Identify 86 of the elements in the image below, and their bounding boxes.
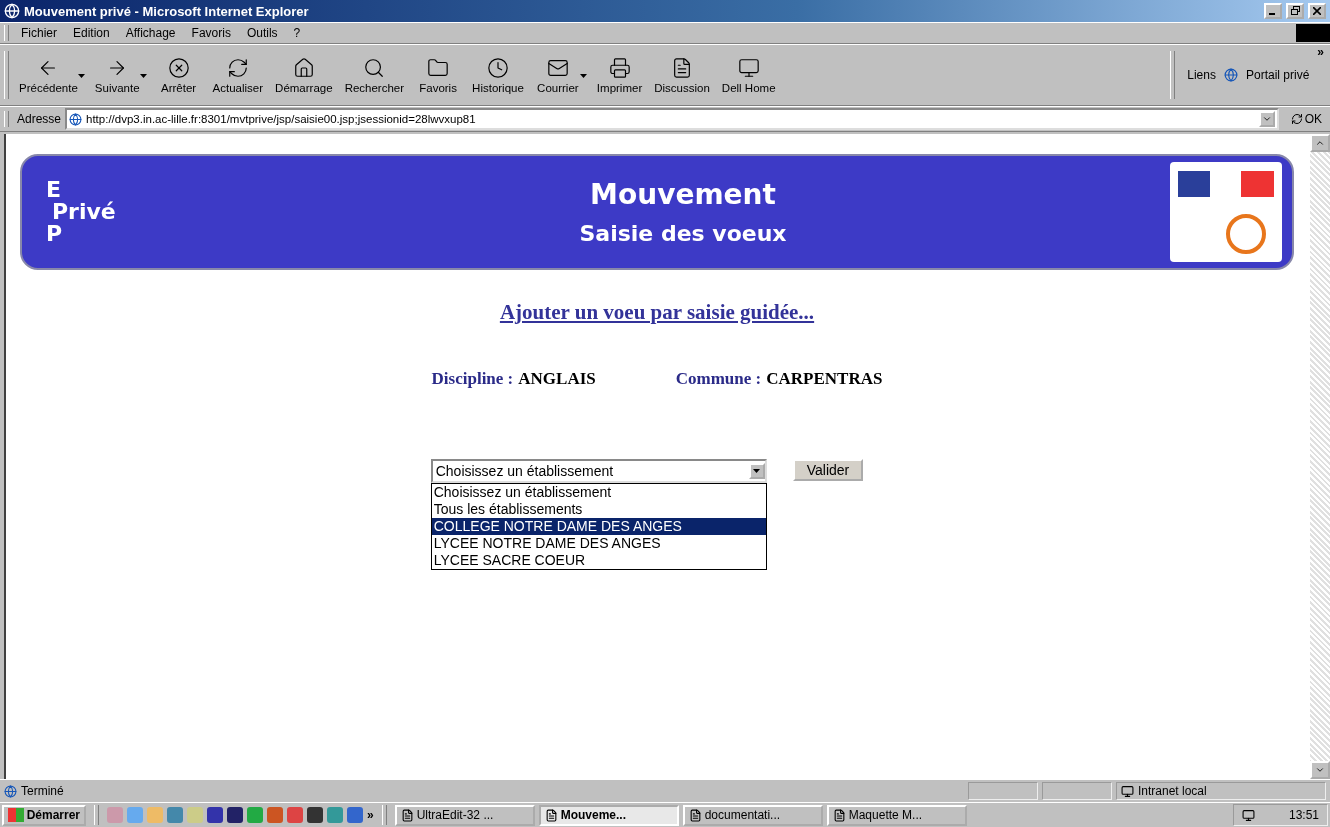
quick-launch-icon[interactable] <box>167 807 183 823</box>
page-icon <box>1223 68 1238 82</box>
menu-item[interactable]: ? <box>285 24 309 42</box>
banner-title: Mouvement <box>590 178 776 211</box>
favorite-link[interactable]: Portail privé <box>1245 68 1310 82</box>
toolbar-button[interactable]: Imprimer <box>590 54 649 96</box>
page-icon <box>4 784 17 798</box>
toolbar-button[interactable]: Courrier <box>529 54 586 96</box>
criterion-value: ANGLAIS <box>518 369 596 389</box>
window-title: Mouvement privé - Microsoft Internet Explorer <box>24 3 310 19</box>
restore-button[interactable] <box>1286 3 1304 19</box>
criterion-label: Discipline : <box>431 369 514 389</box>
clock-icon <box>486 56 509 79</box>
submit-button[interactable]: Valider <box>792 459 864 481</box>
scroll-up-icon[interactable] <box>1310 134 1330 152</box>
toolbar-button[interactable]: Démarrage <box>269 54 339 96</box>
folder-icon <box>427 56 450 79</box>
toolbar-button[interactable]: Actualiser <box>206 54 270 96</box>
document-icon <box>400 808 414 822</box>
document-icon <box>544 808 558 822</box>
network-icon <box>1121 784 1134 798</box>
document-icon <box>688 808 702 822</box>
dropdown-caret-icon[interactable] <box>748 463 765 479</box>
menu-item[interactable]: Affichage <box>117 24 184 42</box>
more-chevron[interactable]: » <box>367 808 374 822</box>
toolbar-button[interactable]: Précédente <box>13 54 84 96</box>
zone-panel: Intranet local <box>1116 782 1326 800</box>
links-label: Liens <box>1187 68 1216 82</box>
logo-text: Privé <box>52 201 117 223</box>
quick-launch-icon[interactable] <box>267 807 283 823</box>
logo-text: P <box>46 223 64 245</box>
status-text: Terminé <box>21 784 65 798</box>
toolbar-button[interactable]: Favoris <box>410 54 467 96</box>
logo-text: E <box>46 179 62 201</box>
status-panel <box>1042 782 1112 800</box>
close-button[interactable] <box>1308 3 1326 19</box>
dropdown-option[interactable]: COLLEGE NOTRE DAME DES ANGES <box>431 518 766 535</box>
restore-icon <box>1290 6 1300 15</box>
menu-item[interactable]: Edition <box>65 24 118 42</box>
quick-launch-icon[interactable] <box>327 807 343 823</box>
toolbar-button[interactable]: Discussion <box>648 54 716 96</box>
toolbar-button[interactable]: Rechercher <box>338 54 411 96</box>
more-chevron[interactable]: » <box>1317 45 1324 59</box>
house-icon <box>292 56 315 79</box>
quick-launch-icon[interactable] <box>287 807 303 823</box>
status-panel <box>968 782 1038 800</box>
go-arrow-icon <box>1290 113 1303 125</box>
page-icon <box>69 112 83 126</box>
menu-item[interactable]: Favoris <box>183 24 239 42</box>
toolbar-button[interactable]: Arrêter <box>150 54 207 96</box>
address-label: Adresse <box>17 112 62 126</box>
toolbar-button[interactable]: Suivante <box>88 54 146 96</box>
toolbar-button[interactable]: Historique <box>466 54 530 96</box>
quick-launch-icon[interactable] <box>227 807 243 823</box>
menu-item[interactable]: Outils <box>238 24 286 42</box>
minimize-button[interactable] <box>1264 3 1282 19</box>
monitor-icon[interactable] <box>1241 808 1255 822</box>
taskbar-button[interactable]: UltraEdit-32 ... <box>394 804 535 826</box>
close-icon <box>1313 7 1321 15</box>
refresh-icon <box>226 56 249 79</box>
browser-icon <box>4 3 20 19</box>
search-icon <box>363 56 386 79</box>
go-button[interactable]: OK <box>1282 112 1330 126</box>
quick-launch-icon[interactable] <box>247 807 263 823</box>
document-icon <box>832 808 846 822</box>
stop-icon <box>167 56 190 79</box>
start-button[interactable]: Démarrer <box>2 804 86 826</box>
criterion-value: CARPENTRAS <box>766 369 883 389</box>
taskbar-button[interactable]: documentati... <box>682 804 823 826</box>
quick-launch-icon[interactable] <box>347 807 363 823</box>
toolbar-button[interactable]: Dell Home <box>715 54 782 96</box>
quick-launch-icon[interactable] <box>207 807 223 823</box>
scroll-down-icon[interactable] <box>1310 761 1330 779</box>
scrollbar[interactable] <box>1310 134 1330 779</box>
menu-item[interactable]: Fichier <box>13 24 65 42</box>
printer-icon <box>608 56 631 79</box>
address-field[interactable]: http://dvp3.in.ac-lille.fr:8301/mvtprive/jsp/saisie00.jsp;jsessionid=28lwvxup81 <box>65 108 1279 130</box>
criterion-label: Commune : <box>675 369 762 389</box>
taskbar-button[interactable]: Maquette M... <box>826 804 967 826</box>
taskbar-button[interactable]: Mouveme... <box>538 804 679 826</box>
banner-subtitle: Saisie des voeux <box>579 221 787 246</box>
clock-text: 13:51 <box>1288 808 1319 822</box>
computer-icon <box>737 56 760 79</box>
establishment-select[interactable]: Choisissez un établissement <box>430 459 767 483</box>
guided-entry-link[interactable]: Ajouter un voeu par saisie guidée... <box>499 300 815 325</box>
quick-launch-icon[interactable] <box>307 807 323 823</box>
